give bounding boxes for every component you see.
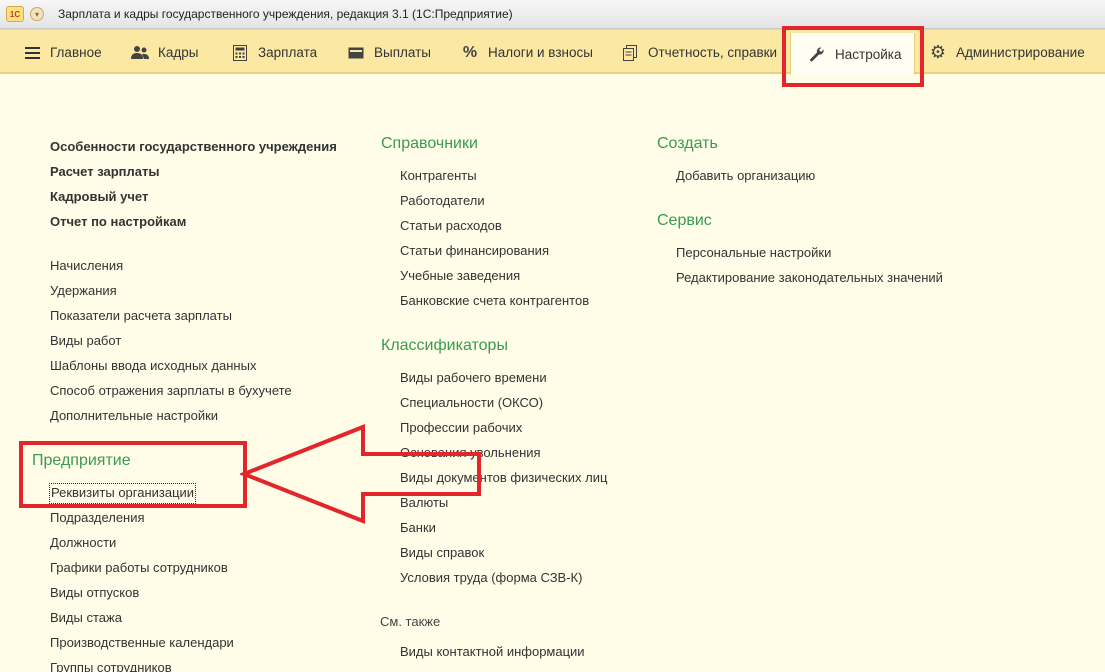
link-salary-indicators[interactable]: Показатели расчета зарплаты [50, 303, 370, 328]
documents-icon [620, 43, 640, 63]
percent-icon: % [462, 43, 478, 61]
link-vacation-types[interactable]: Виды отпусков [50, 580, 370, 605]
group-see-also: См. также [380, 609, 660, 634]
window-titlebar: 1С ▾ Зарплата и кадры государственного у… [0, 0, 1105, 29]
link-production-calendars[interactable]: Производственные календари [50, 630, 370, 655]
group-title-create: Создать [657, 135, 718, 152]
link-seniority-types[interactable]: Виды стажа [50, 605, 370, 630]
group-service-items: Персональные настройки Редактирование за… [676, 240, 996, 290]
hamburger-icon [22, 43, 42, 63]
section-label: Кадры [158, 45, 199, 60]
link-state-institution-features[interactable]: Особенности государственного учреждения [50, 134, 370, 159]
group-enterprise-items: Реквизиты организации Подразделения Долж… [48, 480, 370, 672]
column-main-settings: Особенности государственного учреждения … [50, 134, 370, 234]
link-accruals[interactable]: Начисления [50, 253, 370, 278]
group-title-service: Сервис [657, 212, 712, 229]
section-panel: Главное Кадры Зарплата Выплаты % Налоги … [0, 29, 1105, 75]
section-label: Отчетность, справки [648, 45, 778, 60]
link-funding-items[interactable]: Статьи финансирования [400, 238, 660, 263]
section-taxes[interactable]: % Налоги и взносы [460, 30, 593, 75]
section-label: Зарплата [258, 45, 318, 60]
calculator-icon [230, 43, 250, 63]
link-positions[interactable]: Должности [50, 530, 370, 555]
main-menu-button[interactable]: ▾ [30, 7, 44, 21]
users-icon [130, 43, 150, 63]
link-employee-groups[interactable]: Группы сотрудников [50, 655, 370, 672]
link-banks[interactable]: Банки [400, 515, 660, 540]
link-legislative-values[interactable]: Редактирование законодательных значений [676, 265, 996, 290]
link-specialties-okso[interactable]: Специальности (ОКСО) [400, 390, 660, 415]
link-salary-calculation[interactable]: Расчет зарплаты [50, 159, 370, 184]
link-educational-institutions[interactable]: Учебные заведения [400, 263, 660, 288]
section-administration[interactable]: ⚙ Администрирование [928, 30, 1085, 75]
section-reports[interactable]: Отчетность, справки [620, 30, 777, 75]
app-logo-icon: 1С [6, 6, 24, 22]
link-label: Реквизиты организации [48, 483, 197, 504]
link-currencies[interactable]: Валюты [400, 490, 660, 515]
gear-icon: ⚙ [929, 42, 947, 62]
section-label: Главное [50, 45, 102, 60]
section-hr[interactable]: Кадры [130, 30, 198, 75]
group-title-directories: Справочники [381, 135, 478, 152]
group-directories: Справочники [381, 129, 661, 159]
section-payments[interactable]: Выплаты [346, 30, 431, 75]
group-classifiers: Классификаторы [381, 331, 661, 361]
column-salary-items: Начисления Удержания Показатели расчета … [50, 253, 370, 428]
group-classifiers-items: Виды рабочего времени Специальности (ОКС… [400, 365, 660, 590]
section-main[interactable]: Главное [22, 30, 102, 75]
section-salary[interactable]: Зарплата [230, 30, 317, 75]
group-title-classifiers: Классификаторы [381, 337, 508, 354]
link-additional-settings[interactable]: Дополнительные настройки [50, 403, 370, 428]
section-settings[interactable]: Настройка [790, 33, 915, 75]
link-hr-accounting[interactable]: Кадровый учет [50, 184, 370, 209]
link-certificate-types[interactable]: Виды справок [400, 540, 660, 565]
wrench-icon [807, 44, 827, 64]
link-employers[interactable]: Работодатели [400, 188, 660, 213]
section-label: Администрирование [956, 45, 1085, 60]
link-organization-details[interactable]: Реквизиты организации [48, 480, 370, 505]
link-work-conditions[interactable]: Условия труда (форма СЗВ-К) [400, 565, 660, 590]
link-work-schedules[interactable]: Графики работы сотрудников [50, 555, 370, 580]
group-service: Сервис [657, 206, 957, 236]
link-work-time-types[interactable]: Виды рабочего времени [400, 365, 660, 390]
link-departments[interactable]: Подразделения [50, 505, 370, 530]
link-deductions[interactable]: Удержания [50, 278, 370, 303]
link-input-templates[interactable]: Шаблоны ввода исходных данных [50, 353, 370, 378]
link-id-document-types[interactable]: Виды документов физических лиц [400, 465, 660, 490]
link-contact-info-types[interactable]: Виды контактной информации [400, 639, 660, 664]
group-title-enterprise: Предприятие [32, 452, 131, 469]
group-enterprise: Предприятие [32, 446, 372, 476]
settings-content: Особенности государственного учреждения … [0, 76, 1105, 672]
link-counterparties[interactable]: Контрагенты [400, 163, 660, 188]
link-settings-report[interactable]: Отчет по настройкам [50, 209, 370, 234]
group-directories-items: Контрагенты Работодатели Статьи расходов… [400, 163, 660, 313]
group-create: Создать [657, 129, 957, 159]
link-counterparty-bank-accounts[interactable]: Банковские счета контрагентов [400, 288, 660, 313]
window-title: Зарплата и кадры государственного учрежд… [58, 7, 513, 21]
section-label: Настройка [835, 46, 902, 62]
group-see-also-items: Виды контактной информации [400, 639, 660, 664]
link-add-organization[interactable]: Добавить организацию [676, 163, 976, 188]
wallet-icon [346, 43, 366, 63]
section-label: Налоги и взносы [488, 45, 593, 60]
link-expense-items[interactable]: Статьи расходов [400, 213, 660, 238]
link-work-types[interactable]: Виды работ [50, 328, 370, 353]
group-title-see-also: См. также [380, 614, 441, 629]
link-personal-settings[interactable]: Персональные настройки [676, 240, 996, 265]
link-salary-accounting-method[interactable]: Способ отражения зарплаты в бухучете [50, 378, 370, 403]
link-dismissal-grounds[interactable]: Основания увольнения [400, 440, 660, 465]
link-worker-professions[interactable]: Профессии рабочих [400, 415, 660, 440]
section-label: Выплаты [374, 45, 431, 60]
group-create-items: Добавить организацию [676, 163, 976, 188]
